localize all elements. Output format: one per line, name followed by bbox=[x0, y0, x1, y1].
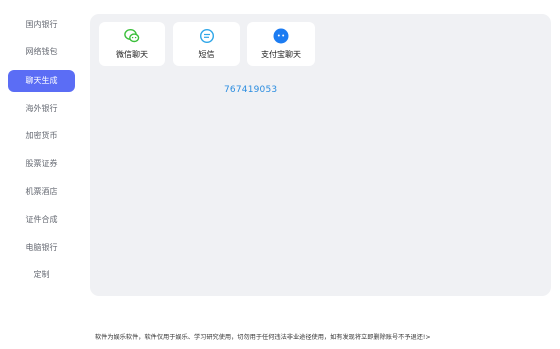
alipay-chat-label: 支付宝聊天 bbox=[261, 50, 301, 59]
sidebar-item-custom[interactable]: 定制 bbox=[8, 264, 75, 286]
code-text: 767419053 bbox=[224, 85, 278, 95]
sms-label: 短信 bbox=[198, 50, 215, 59]
sidebar-item-domestic-bank[interactable]: 国内银行 bbox=[8, 14, 75, 36]
wechat-icon bbox=[124, 28, 140, 44]
sidebar-item-overseas-bank[interactable]: 海外银行 bbox=[8, 98, 75, 120]
sidebar-item-chat-generation[interactable]: 聊天生成 bbox=[8, 70, 75, 92]
sidebar-item-computer-bank[interactable]: 电脑银行 bbox=[8, 237, 75, 259]
sidebar-item-stocks[interactable]: 股票证券 bbox=[8, 153, 75, 175]
wechat-chat-card[interactable]: 微信聊天 bbox=[99, 22, 165, 66]
alipay-chat-icon bbox=[273, 28, 289, 44]
sidebar-item-crypto[interactable]: 加密货币 bbox=[8, 125, 75, 147]
alipay-chat-card[interactable]: 支付宝聊天 bbox=[247, 22, 315, 66]
sidebar-item-flights-hotels[interactable]: 机票酒店 bbox=[8, 181, 75, 203]
sms-card[interactable]: 短信 bbox=[173, 22, 240, 66]
sidebar: 国内银行 网络钱包 聊天生成 海外银行 加密货币 股票证券 机票酒店 证件合成 … bbox=[0, 0, 84, 300]
sidebar-item-document-synthesis[interactable]: 证件合成 bbox=[8, 209, 75, 231]
main-panel: 微信聊天 短信 支付宝聊天 767419053 bbox=[90, 14, 551, 296]
sms-icon bbox=[199, 28, 215, 44]
wechat-chat-label: 微信聊天 bbox=[116, 50, 148, 59]
disclaimer-text: 软件为娱乐软件，软件仅用于娱乐、学习研究使用，切勿用于任何违法非业途径使用，如有… bbox=[95, 334, 431, 341]
app-root: 国内银行 网络钱包 聊天生成 海外银行 加密货币 股票证券 机票酒店 证件合成 … bbox=[0, 0, 560, 349]
sidebar-item-online-wallet[interactable]: 网络钱包 bbox=[8, 41, 75, 63]
